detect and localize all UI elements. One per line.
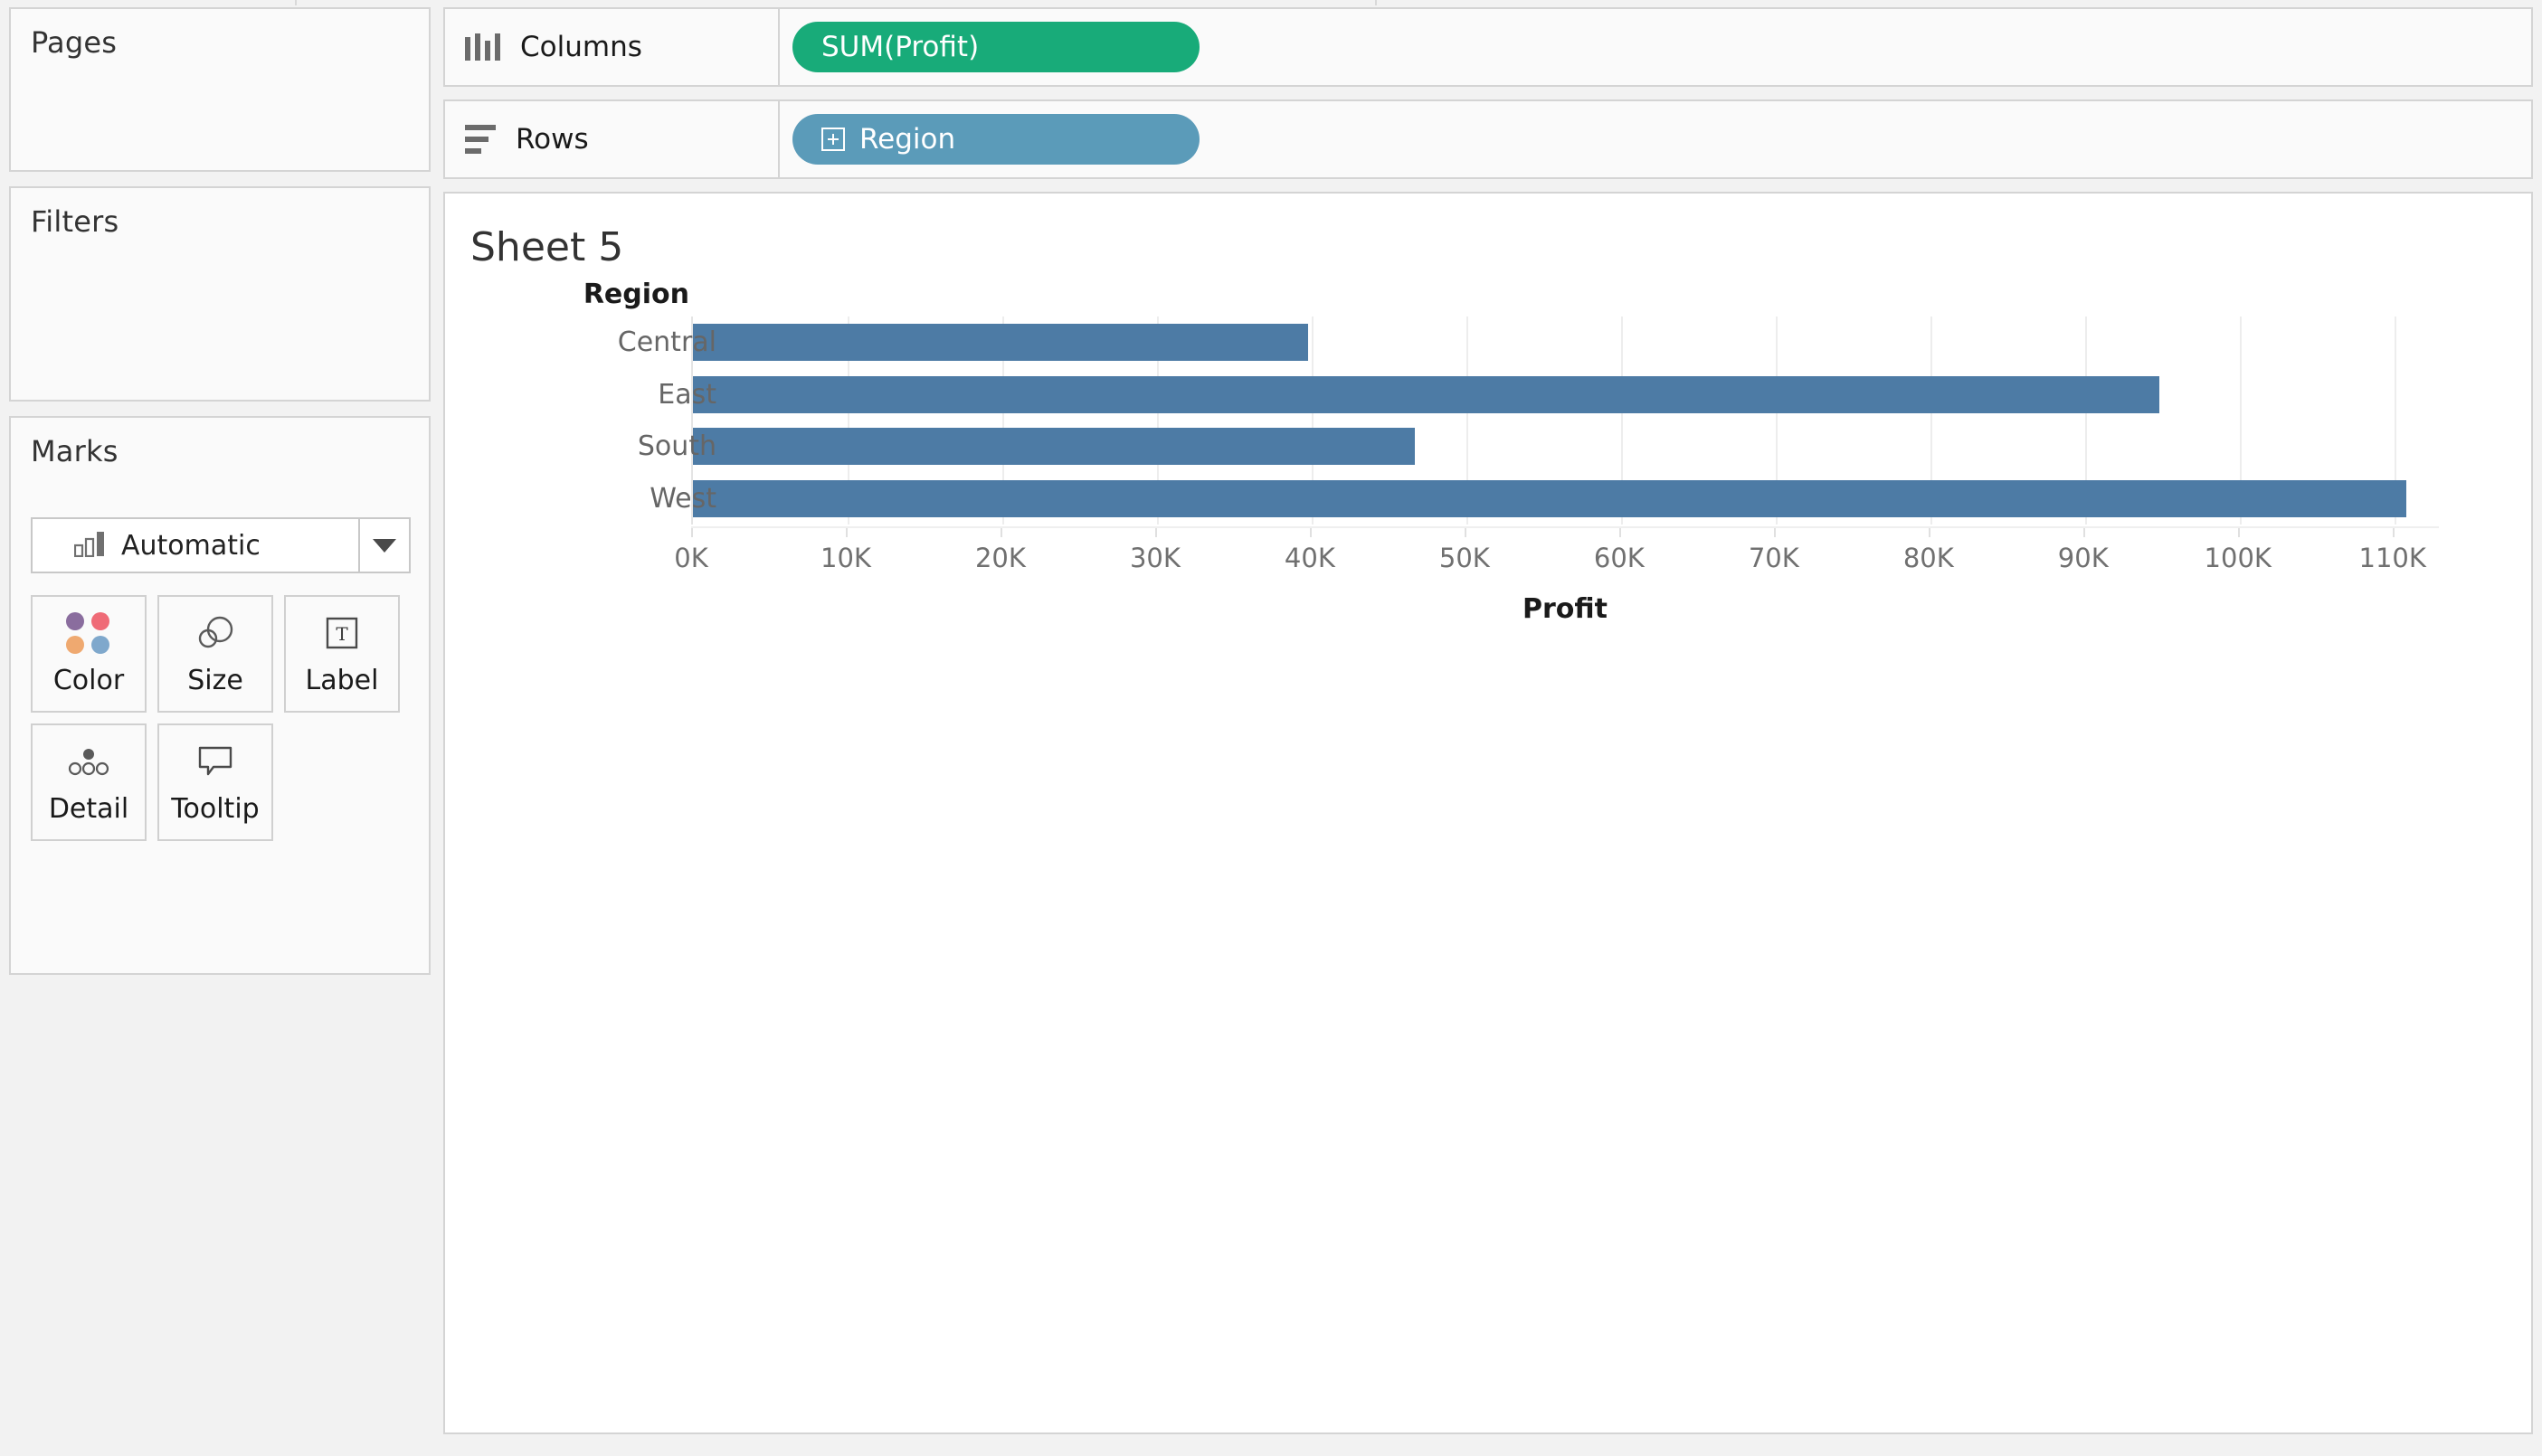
color-dots-icon [66, 612, 111, 654]
bar-row [693, 480, 2439, 517]
mark-type-dropdown[interactable]: Automatic [31, 517, 411, 573]
columns-shelf[interactable]: Columns SUM(Profit) [443, 7, 2533, 87]
bar-mark[interactable] [693, 376, 2159, 413]
rows-shelf-text: Rows [516, 123, 589, 156]
mark-type-label: Automatic [121, 530, 261, 562]
bar-mark[interactable] [693, 480, 2406, 517]
axis-tick-label: 30K [1130, 543, 1181, 573]
rows-shelf-label: Rows [443, 99, 780, 179]
axis-tick [1465, 528, 1466, 537]
left-panel: Pages Filters Marks Automatic [9, 7, 431, 1449]
row-label[interactable]: South [536, 428, 716, 465]
columns-icon [465, 33, 500, 61]
plot-area [691, 317, 2439, 525]
marks-label-label: Label [306, 665, 379, 696]
marks-size-button[interactable]: Size [157, 595, 273, 713]
right-panel: Columns SUM(Profit) Rows Region [443, 7, 2533, 1449]
row-label[interactable]: West [536, 480, 716, 517]
axis-tick-label: 100K [2205, 543, 2272, 573]
pill-region-text: Region [859, 123, 955, 156]
filters-card[interactable]: Filters [9, 186, 431, 402]
filters-card-title: Filters [11, 188, 429, 239]
axis-tick-label: 70K [1749, 543, 1799, 573]
bar-row [693, 428, 2439, 465]
axis-tick [1155, 528, 1157, 537]
pill-sum-profit[interactable]: SUM(Profit) [792, 22, 1200, 72]
axis-tick [1001, 528, 1002, 537]
marks-color-button[interactable]: Color [31, 595, 147, 713]
tableau-worksheet: Pages Filters Marks Automatic [0, 0, 2542, 1456]
axis-tick-label: 40K [1285, 543, 1335, 573]
axis-tick [1619, 528, 1621, 537]
bar-row [693, 376, 2439, 413]
bar-row [693, 324, 2439, 361]
axis-tick [1929, 528, 1930, 537]
label-text-icon: T [324, 612, 360, 654]
rows-icon [465, 125, 496, 154]
row-header-title[interactable]: Region [508, 279, 689, 310]
marks-label-button[interactable]: T Label [284, 595, 400, 713]
tooltip-bubble-icon [195, 741, 235, 782]
bar-chart: Region Profit CentralEastSouthWest0K10K2… [445, 279, 2531, 613]
axis-tick-label: 50K [1439, 543, 1490, 573]
axis-tick [1774, 528, 1776, 537]
axis-tick-label: 90K [2058, 543, 2109, 573]
pages-card[interactable]: Pages [9, 7, 431, 172]
pill-sum-profit-text: SUM(Profit) [821, 31, 979, 63]
marks-size-label: Size [187, 665, 243, 696]
size-circles-icon [194, 612, 236, 654]
chevron-down-icon[interactable] [358, 519, 409, 572]
axis-tick-label: 10K [820, 543, 871, 573]
axis-tick-label: 60K [1594, 543, 1645, 573]
marks-detail-label: Detail [49, 793, 128, 825]
visualization-panel[interactable]: Sheet 5 Region Profit Central East South We… [443, 192, 2533, 1434]
axis-tick-label: 110K [2359, 543, 2426, 573]
bar-mark[interactable] [693, 428, 1415, 465]
axis-tick-label: 80K [1903, 543, 1954, 573]
axis-tick-label: 20K [975, 543, 1026, 573]
rows-shelf[interactable]: Rows Region [443, 99, 2533, 179]
x-axis-title[interactable]: Profit [691, 593, 2439, 625]
columns-shelf-label: Columns [443, 7, 780, 87]
mark-property-buttons: Color Size T [31, 595, 411, 841]
axis-tick [2083, 528, 2085, 537]
bar-mark[interactable] [693, 324, 1308, 361]
axis-baseline [691, 526, 2439, 528]
axis-tick [2393, 528, 2395, 537]
marks-color-label: Color [53, 665, 124, 696]
columns-shelf-dropzone[interactable]: SUM(Profit) [780, 7, 2533, 87]
row-label[interactable]: East [536, 376, 716, 413]
axis-tick-label: 0K [674, 543, 707, 573]
axis-tick [1310, 528, 1312, 537]
rows-shelf-dropzone[interactable]: Region [780, 99, 2533, 179]
marks-card-title: Marks [11, 418, 429, 468]
bar-chart-icon [74, 530, 109, 561]
marks-tooltip-button[interactable]: Tooltip [157, 723, 273, 841]
top-divider-left [295, 0, 297, 5]
row-label[interactable]: Central [536, 324, 716, 361]
axis-tick [846, 528, 848, 537]
pages-card-title: Pages [11, 9, 429, 60]
columns-shelf-text: Columns [520, 31, 642, 63]
detail-dots-icon [67, 741, 110, 782]
pill-region[interactable]: Region [792, 114, 1200, 165]
mark-type-value-area[interactable]: Automatic [33, 519, 358, 572]
axis-tick [691, 528, 693, 537]
top-divider-right [1375, 0, 1377, 5]
axis-tick [2238, 528, 2240, 537]
marks-detail-button[interactable]: Detail [31, 723, 147, 841]
svg-text:T: T [336, 623, 348, 645]
marks-card: Marks Automatic [9, 416, 431, 975]
marks-tooltip-label: Tooltip [171, 793, 259, 825]
sheet-title: Sheet 5 [470, 224, 623, 270]
plus-box-icon[interactable] [821, 128, 845, 151]
